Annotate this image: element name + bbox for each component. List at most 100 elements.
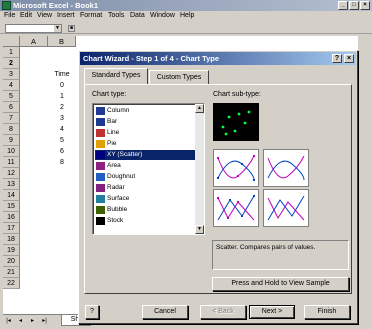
subtype-scatter-markers[interactable]	[213, 103, 259, 141]
cell-b3[interactable]: Time	[48, 69, 76, 80]
scatter-lines-markers-icon	[217, 195, 255, 221]
prev-sheet-icon[interactable]: ◂	[17, 317, 24, 325]
next-sheet-icon[interactable]: ▸	[29, 317, 36, 325]
row-header[interactable]: 22	[3, 278, 20, 289]
close-dialog-button[interactable]: ×	[344, 54, 354, 63]
row-header[interactable]: 21	[3, 267, 20, 278]
formula-bar: ▼ ■	[0, 22, 372, 34]
column-header-b[interactable]: B	[48, 36, 76, 47]
line-chart-icon	[96, 129, 105, 137]
chart-type-item[interactable]: Surface	[95, 194, 196, 204]
cell-b5[interactable]: 1	[48, 91, 76, 102]
cell-b4[interactable]: 0	[48, 80, 76, 91]
chart-type-item[interactable]: Line	[95, 128, 196, 138]
chart-type-label: Chart type:	[92, 91, 127, 98]
row-header[interactable]: 17	[3, 223, 20, 234]
menu-file[interactable]: File	[4, 12, 15, 19]
scroll-down-icon[interactable]: ▼	[195, 225, 204, 234]
view-sample-button[interactable]: Press and Hold to View Sample	[212, 277, 349, 291]
subtype-scatter-lines[interactable]	[263, 189, 309, 227]
back-button[interactable]: < Back	[200, 305, 246, 319]
chart-type-item[interactable]: XY (Scatter)	[95, 150, 196, 160]
menu-insert[interactable]: Insert	[57, 12, 75, 19]
maximize-button[interactable]: □	[349, 1, 359, 10]
row-header[interactable]: 4	[3, 80, 20, 91]
cell-b7[interactable]: 3	[48, 113, 76, 124]
row-header[interactable]: 6	[3, 102, 20, 113]
cell-b10[interactable]: 6	[48, 146, 76, 157]
row-header[interactable]: 10	[3, 146, 20, 157]
cell-b8[interactable]: 4	[48, 124, 76, 135]
chart-type-item[interactable]: Bubble	[95, 205, 196, 215]
cancel-button[interactable]: Cancel	[142, 305, 188, 319]
window-title: Microsoft Excel - Book1	[13, 1, 99, 10]
row-header[interactable]: 12	[3, 168, 20, 179]
chart-type-scrollbar[interactable]: ▲ ▼	[195, 104, 204, 234]
name-box[interactable]: ▼	[5, 24, 62, 33]
excel-title-bar: Microsoft Excel - Book1 _ □ ×	[0, 0, 372, 11]
subtype-scatter-smoothed-markers[interactable]	[213, 149, 259, 187]
chart-type-item[interactable]: Bar	[95, 117, 196, 127]
menu-edit[interactable]: Edit	[20, 12, 32, 19]
chart-type-label-text: Surface	[107, 195, 130, 202]
row-header[interactable]: 18	[3, 234, 20, 245]
scatter-lines-icon	[267, 195, 305, 221]
cell-b11[interactable]: 8	[48, 157, 76, 168]
row-header[interactable]: 20	[3, 256, 20, 267]
formula-button[interactable]: ■	[68, 25, 75, 32]
chart-type-label-text: Doughnut	[107, 173, 136, 180]
column-header-a[interactable]: A	[20, 36, 48, 47]
menu-data[interactable]: Data	[130, 12, 145, 19]
office-assistant-button[interactable]: ?	[85, 305, 99, 319]
row-header[interactable]: 8	[3, 124, 20, 135]
menu-tools[interactable]: Tools	[108, 12, 124, 19]
column-chart-icon	[96, 107, 105, 115]
finish-button[interactable]: Finish	[304, 305, 350, 319]
chart-type-item[interactable]: Area	[95, 161, 196, 171]
tab-standard-types[interactable]: Standard Types	[84, 68, 148, 84]
tab-custom-types[interactable]: Custom Types	[149, 70, 209, 84]
chart-type-list[interactable]: Column Bar Line Pie XY (Scatter) Area Doughnut…	[92, 103, 205, 235]
row-header[interactable]: 1	[3, 47, 20, 58]
row-header[interactable]: 14	[3, 190, 20, 201]
next-button[interactable]: Next >	[249, 305, 295, 319]
first-sheet-icon[interactable]: |◂	[5, 317, 12, 325]
chart-type-item[interactable]: Radar	[95, 183, 196, 193]
dialog-title-bar: Chart Wizard - Step 1 of 4 - Chart Type …	[80, 52, 356, 65]
row-header[interactable]: 19	[3, 245, 20, 256]
row-header[interactable]: 16	[3, 212, 20, 223]
cell-b6[interactable]: 2	[48, 102, 76, 113]
row-header[interactable]: 5	[3, 91, 20, 102]
chart-type-item[interactable]: Column	[95, 106, 196, 116]
row-header[interactable]: 13	[3, 179, 20, 190]
chart-type-item[interactable]: Pie	[95, 139, 196, 149]
row-header[interactable]: 2	[3, 58, 20, 69]
subtype-scatter-smoothed[interactable]	[263, 149, 309, 187]
menu-format[interactable]: Format	[80, 12, 102, 19]
row-header[interactable]: 15	[3, 201, 20, 212]
chart-type-item[interactable]: Doughnut	[95, 172, 196, 182]
chart-type-label-text: Column	[107, 107, 130, 114]
scroll-up-icon[interactable]: ▲	[195, 104, 204, 113]
menu-window[interactable]: Window	[150, 12, 175, 19]
help-button[interactable]: ?	[332, 54, 342, 63]
menu-help[interactable]: Help	[180, 12, 194, 19]
stock-chart-icon	[96, 217, 105, 225]
menu-view[interactable]: View	[37, 12, 52, 19]
select-all-corner[interactable]	[3, 36, 20, 47]
row-header[interactable]: 9	[3, 135, 20, 146]
surface-chart-icon	[96, 195, 105, 203]
close-window-button[interactable]: ×	[360, 1, 370, 10]
excel-app-icon[interactable]	[2, 1, 11, 10]
chart-type-label-text: Pie	[107, 140, 117, 147]
minimize-button[interactable]: _	[338, 1, 348, 10]
row-header[interactable]: 3	[3, 69, 20, 80]
chart-type-item[interactable]: Stock	[95, 216, 196, 226]
subtype-scatter-lines-markers[interactable]	[213, 189, 259, 227]
last-sheet-icon[interactable]: ▸|	[41, 317, 48, 325]
standard-types-panel: Chart type: Chart sub-type: Column Bar Lin…	[84, 84, 352, 294]
name-box-dropdown-icon[interactable]: ▼	[54, 25, 61, 32]
row-header[interactable]: 11	[3, 157, 20, 168]
cell-b9[interactable]: 5	[48, 135, 76, 146]
row-header[interactable]: 7	[3, 113, 20, 124]
